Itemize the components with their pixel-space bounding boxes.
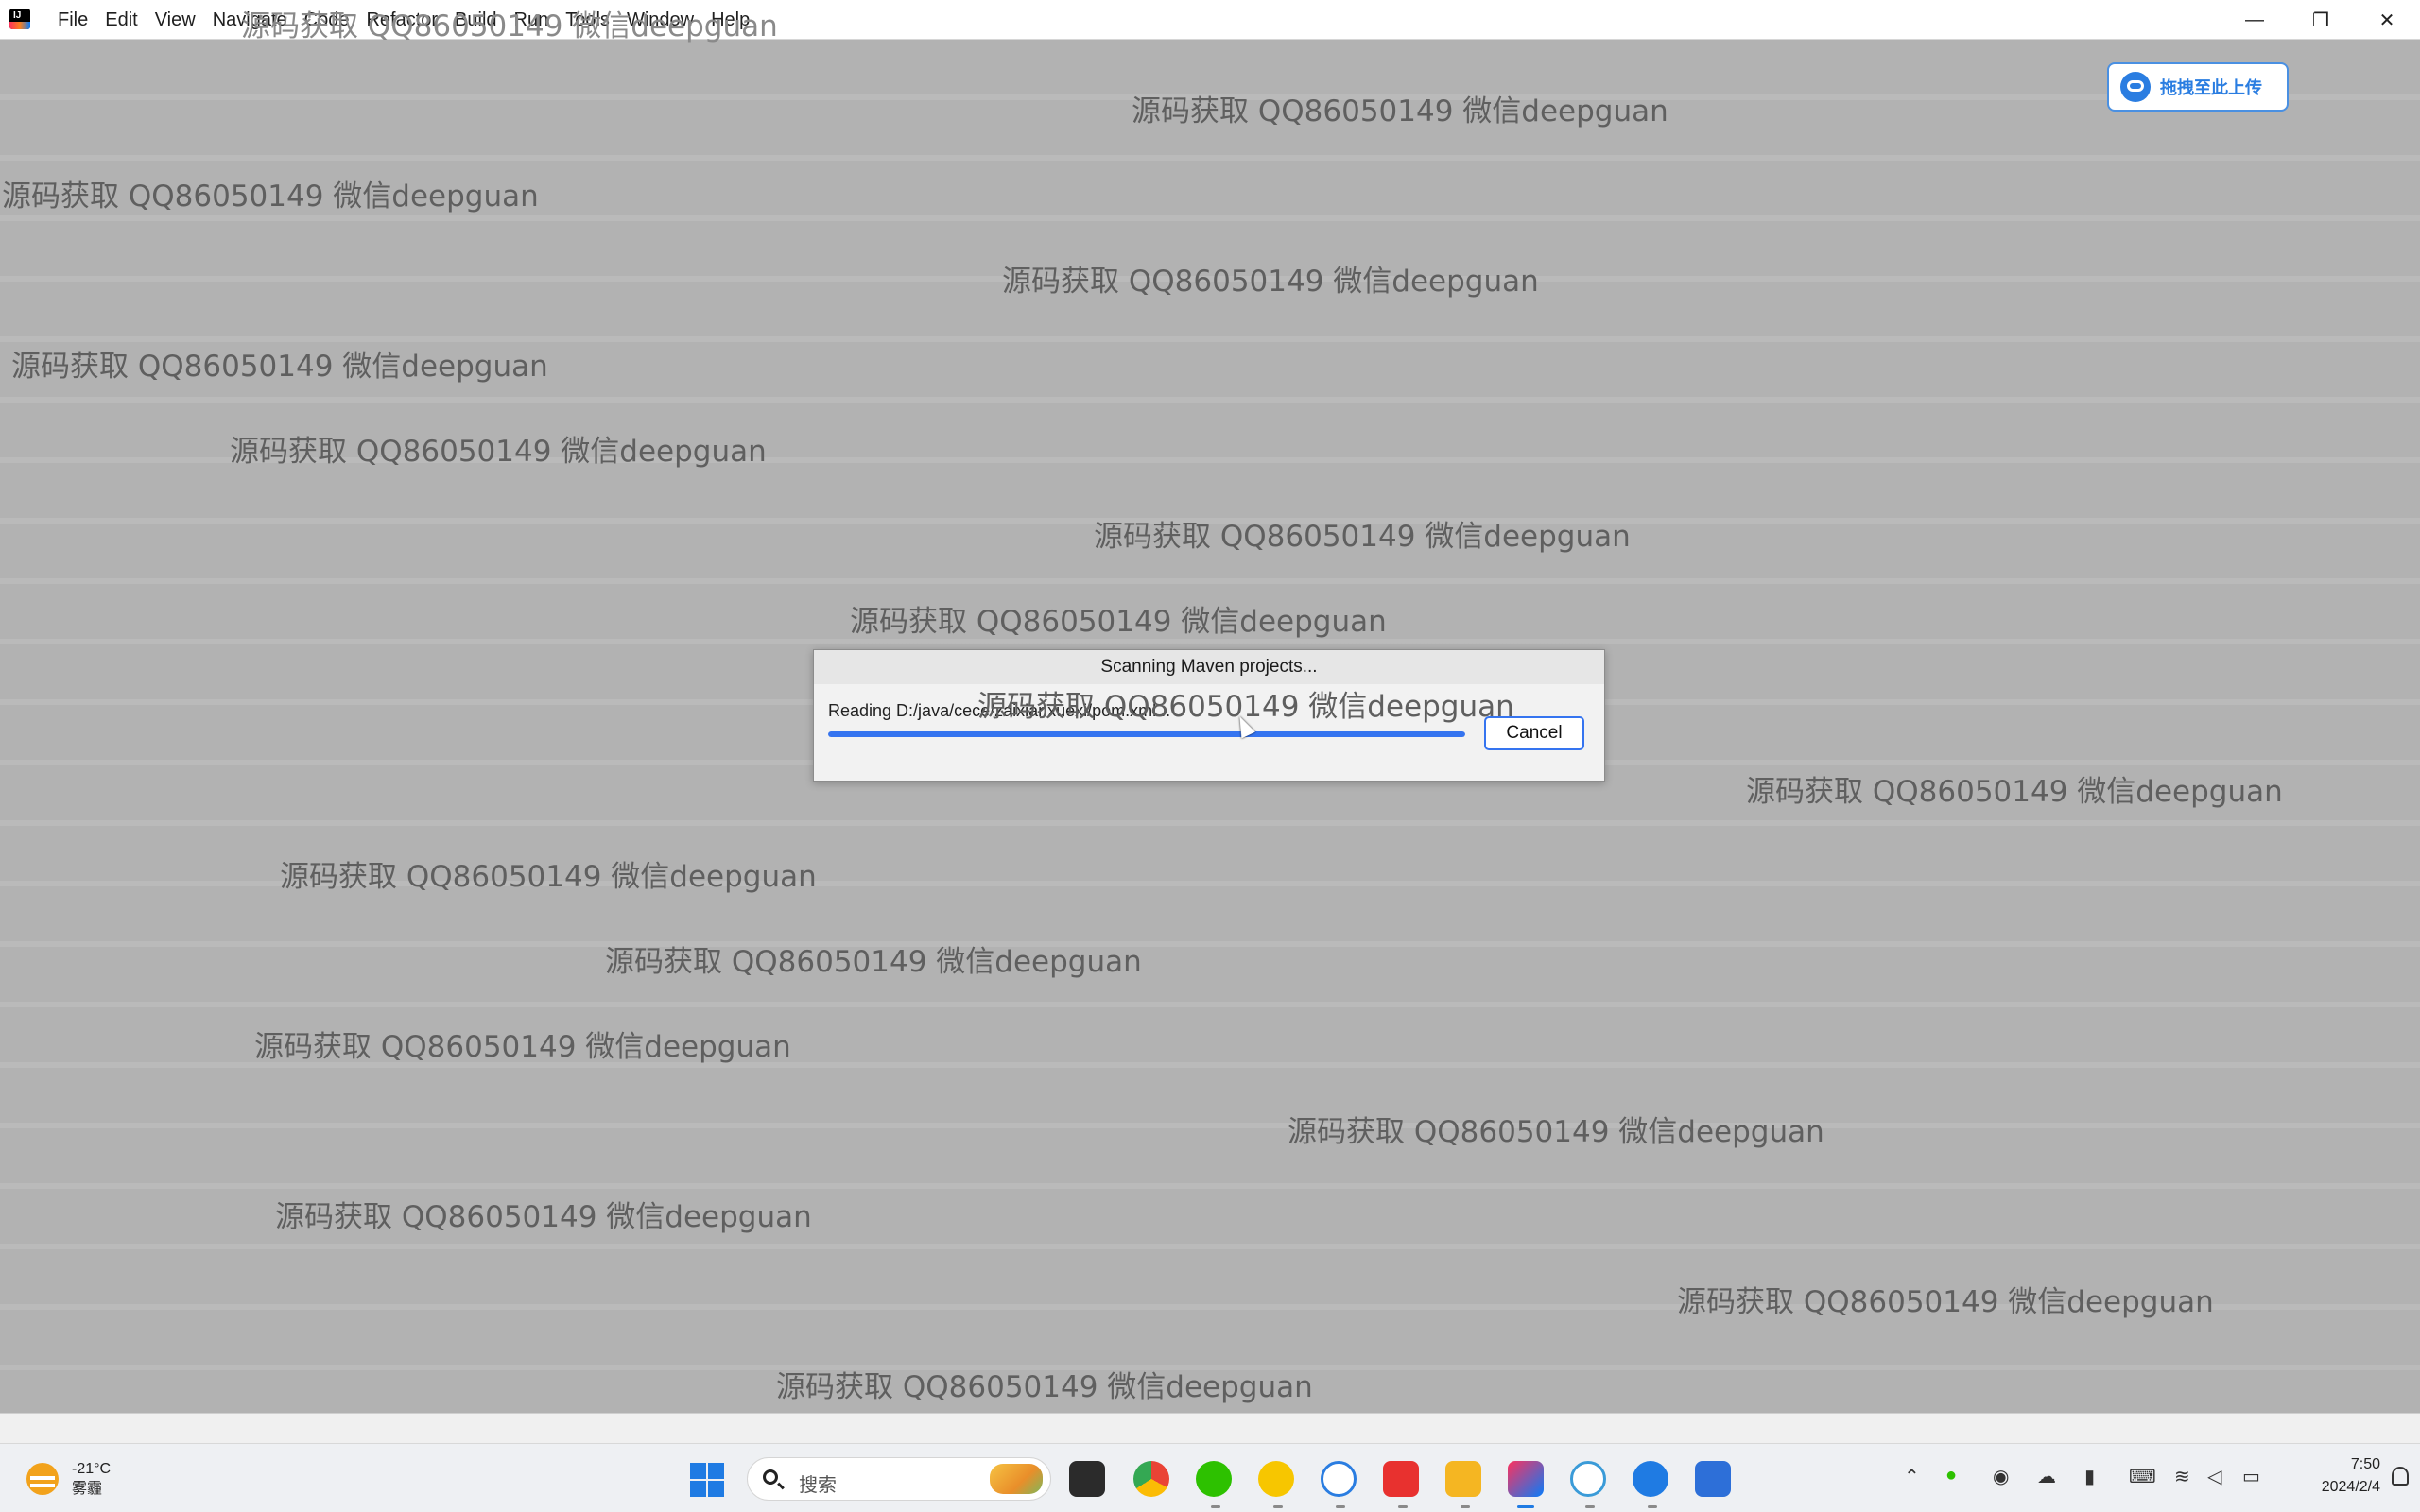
running-indicator xyxy=(1273,1505,1283,1508)
weather-temperature: -21°C xyxy=(72,1461,112,1477)
netdisk-upload-widget[interactable]: 拖拽至此上传 xyxy=(2107,62,2289,112)
window-controls: — ❐ ✕ xyxy=(2221,0,2420,40)
file-explorer-icon[interactable] xyxy=(1445,1461,1481,1497)
wechat-tray-icon[interactable]: ● xyxy=(1945,1465,1957,1486)
browser-icon[interactable] xyxy=(1570,1461,1606,1497)
watermark-text: 源码获取 QQ86050149 微信deepguan xyxy=(1288,1115,1824,1149)
qq-tray-icon[interactable]: ◉ xyxy=(1993,1465,2009,1488)
cloud-icon[interactable]: ☁ xyxy=(2037,1465,2056,1488)
running-indicator xyxy=(1398,1505,1408,1508)
weather-widget[interactable]: -21°C 雾霾 xyxy=(26,1459,111,1499)
intellij-icon[interactable] xyxy=(1508,1461,1544,1497)
cloud-upload-icon xyxy=(2120,72,2151,102)
running-indicator xyxy=(1336,1505,1345,1508)
watermark-text: 源码获取 QQ86050149 微信deepguan xyxy=(1002,265,1539,299)
ime-icon[interactable]: ⌨ xyxy=(2129,1465,2156,1488)
watermark-text: 源码获取 QQ86050149 微信deepguan xyxy=(850,605,1387,639)
watermark-text: 源码获取 QQ86050149 微信deepguan xyxy=(275,1200,812,1234)
progress-bar xyxy=(828,731,1465,737)
clock-time: 7:50 xyxy=(2350,1456,2380,1472)
taskbar-search-box[interactable]: 搜索 xyxy=(747,1457,1051,1501)
intellij-logo-icon[interactable]: IJ xyxy=(9,9,30,29)
running-indicator xyxy=(1461,1505,1470,1508)
wps-icon[interactable] xyxy=(1383,1461,1419,1497)
menu-file[interactable]: File xyxy=(49,0,96,40)
minimize-button[interactable]: — xyxy=(2221,0,2288,40)
search-placeholder: 搜索 xyxy=(799,1475,837,1496)
watermark-text: 源码获取 QQ86050149 微信deepguan xyxy=(280,860,817,894)
chevron-up-icon[interactable]: ⌃ xyxy=(1904,1465,1920,1488)
battery-icon[interactable]: ▭ xyxy=(2242,1465,2260,1488)
mic-icon[interactable]: ▮ xyxy=(2084,1465,2095,1488)
close-button[interactable]: ✕ xyxy=(2354,0,2420,40)
watermark-text: 源码获取 QQ86050149 微信deepguan xyxy=(605,945,1142,979)
weather-description: 雾霾 xyxy=(72,1481,103,1497)
watermark-text: 源码获取 QQ86050149 微信deepguan xyxy=(241,9,778,43)
watermark-text: 源码获取 QQ86050149 微信deepguan xyxy=(254,1030,791,1064)
watermark-text: 源码获取 QQ86050149 微信deepguan xyxy=(1132,94,1668,129)
watermark-text: 源码获取 QQ86050149 微信deepguan xyxy=(776,1370,1313,1404)
watermark-text: 源码获取 QQ86050149 微信deepguan xyxy=(11,350,548,384)
ide-status-bar xyxy=(0,1413,2420,1443)
watermark-text: 源码获取 QQ86050149 微信deepguan xyxy=(1746,775,2283,809)
baidu-netdisk-icon[interactable] xyxy=(1321,1461,1357,1497)
menu-edit[interactable]: Edit xyxy=(96,0,146,40)
progress-fill xyxy=(828,731,1465,737)
running-indicator xyxy=(1648,1505,1657,1508)
clock-date: 2024/2/4 xyxy=(2321,1479,2380,1495)
task-view-icon[interactable] xyxy=(1069,1461,1105,1497)
wechat-icon[interactable] xyxy=(1196,1461,1232,1497)
qq-music-icon[interactable] xyxy=(1258,1461,1294,1497)
watermark-text: 源码获取 QQ86050149 微信deepguan xyxy=(1094,520,1631,554)
watermark-text: 源码获取 QQ86050149 微信deepguan xyxy=(230,435,767,469)
chrome-icon[interactable] xyxy=(1133,1461,1169,1497)
notepad-icon[interactable] xyxy=(1695,1461,1731,1497)
menu-view[interactable]: View xyxy=(147,0,204,40)
upload-label: 拖拽至此上传 xyxy=(2160,78,2262,97)
watermark-text: 源码获取 QQ86050149 微信deepguan xyxy=(2,180,539,214)
dialog-title: Scanning Maven projects... xyxy=(814,650,1604,684)
system-clock[interactable]: 7:50 2024/2/4 xyxy=(2322,1453,2380,1499)
notification-bell-icon[interactable] xyxy=(2392,1467,2409,1486)
search-highlight-image xyxy=(990,1464,1043,1494)
windows-taskbar: -21°C 雾霾 搜索 ⌃ ● ◉ ☁ ▮ ⌨ ≋ ◁ ▭ 7:50 2024/… xyxy=(0,1443,2420,1512)
wifi-icon[interactable]: ≋ xyxy=(2174,1465,2190,1488)
search-icon xyxy=(763,1469,778,1485)
volume-icon[interactable]: ◁ xyxy=(2207,1465,2221,1488)
haze-weather-icon xyxy=(26,1463,59,1495)
feishu-icon[interactable] xyxy=(1633,1461,1668,1497)
running-indicator xyxy=(1585,1505,1595,1508)
watermark-text: 源码获取 QQ86050149 微信deepguan xyxy=(1677,1285,2214,1319)
windows-start-icon[interactable] xyxy=(690,1463,724,1497)
restore-button[interactable]: ❐ xyxy=(2288,0,2354,40)
active-indicator xyxy=(1517,1505,1534,1508)
running-indicator xyxy=(1211,1505,1220,1508)
